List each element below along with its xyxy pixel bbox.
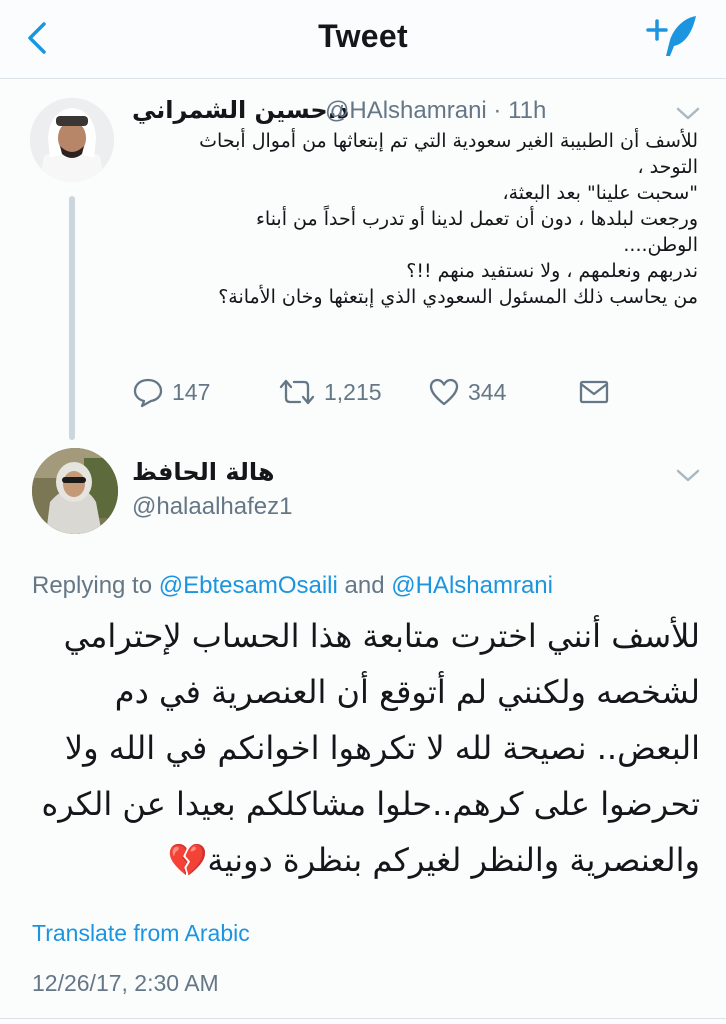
retweet-button[interactable]: 1,215 [278, 374, 382, 410]
author-name[interactable]: هالة الحافظ [132, 458, 275, 486]
retweet-count: 1,215 [324, 378, 382, 405]
mention-link[interactable]: @HAlshamrani [391, 572, 553, 599]
reply-text-line: البعض.. نصيحة لله لا تكرهوا اخوانكم في ا… [64, 729, 700, 767]
compose-tweet-icon[interactable] [644, 12, 700, 64]
author-handle-time: @HAlshamrani · 11h [325, 97, 547, 124]
reply-button[interactable]: 147 [132, 374, 210, 410]
reply-text-line: والعنصرية والنظر لغيركم بنظرة دونية💔 [167, 841, 700, 879]
tweet-text-line: التوحد ، [637, 156, 698, 178]
tweet-detail-screen: Tweet د.حسين الشمراني @HAlshamrani · 11h… [0, 0, 726, 1024]
reply-text-line: تحرضوا على كرهم..حلوا مشاكلكم بعيدا عن ا… [41, 785, 700, 823]
divider [0, 1018, 726, 1019]
reply-text-line: للأسف أنني اخترت متابعة هذا الحساب لإحتر… [63, 617, 700, 655]
tweet-text-line: ندربهم ونعلمهم ، ولا نستفيد منهم !!؟ [406, 260, 698, 282]
like-heart-icon [429, 378, 459, 406]
reply-count: 147 [172, 378, 211, 405]
tweet-text-line: ورجعت لبلدها ، دون أن تعمل لدينا أو تدرب… [255, 208, 698, 230]
replying-to-line: Replying to @EbtesamOsaili and @HAlshamr… [32, 572, 553, 600]
avatar[interactable] [30, 98, 114, 182]
caret-down-icon[interactable] [674, 466, 702, 486]
avatar[interactable] [32, 448, 118, 534]
tweet-timestamp: 12/26/17, 2:30 AM [32, 970, 219, 996]
translate-link[interactable]: Translate from Arabic [32, 920, 250, 947]
page-title: Tweet [318, 18, 408, 54]
reply-icon [133, 378, 163, 408]
like-count: 344 [468, 378, 507, 405]
tweet-actions: 147 1,215 344 [0, 374, 726, 410]
tweet-text-line: من يحاسب ذلك المسئول السعودي الذي إبتعثه… [218, 286, 698, 308]
direct-message-icon[interactable] [578, 374, 618, 410]
like-button[interactable]: 344 [428, 374, 506, 410]
top-bar: Tweet [0, 0, 726, 79]
retweet-icon [279, 379, 315, 405]
author-name[interactable]: د.حسين الشمراني [132, 96, 349, 124]
replying-and: and [337, 572, 392, 599]
author-handle[interactable]: @halaalhafez1 [132, 493, 292, 521]
tweet-text-line: الوطن.... [623, 234, 698, 256]
tweet-text: للأسف أن الطبيبة الغير سعودية التي تم إب… [132, 128, 698, 310]
caret-down-icon[interactable] [674, 104, 702, 124]
mention-link[interactable]: @EbtesamOsaili [159, 572, 338, 599]
reply-text-line: لشخصه ولكنني لم أتوقع أن العنصرية في دم [114, 673, 700, 711]
tweet-text-line: "سحبت علينا" بعد البعثة، [502, 182, 698, 204]
reply-text: للأسف أنني اخترت متابعة هذا الحساب لإحتر… [28, 608, 700, 888]
tweet-text-line: للأسف أن الطبيبة الغير سعودية التي تم إب… [199, 130, 698, 152]
replying-prefix: Replying to [32, 572, 159, 599]
